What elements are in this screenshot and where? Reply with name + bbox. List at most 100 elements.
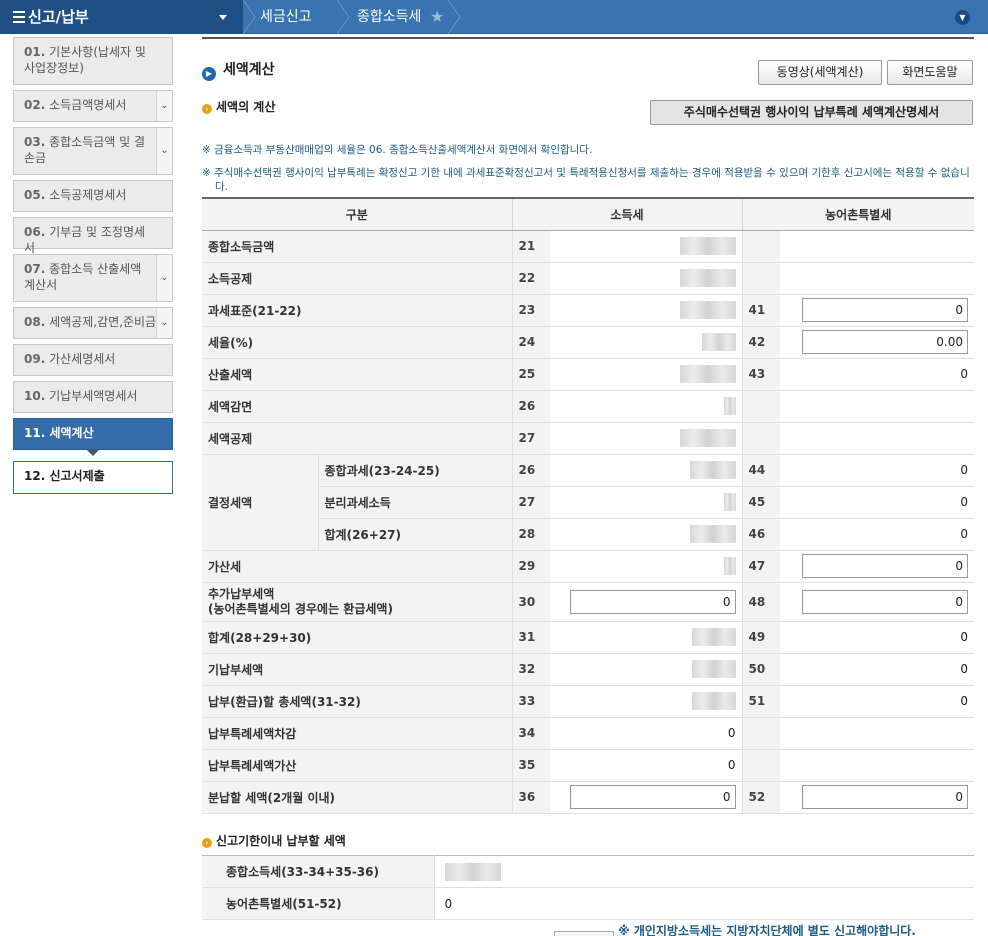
sidebar-item-number: 08. [24, 315, 46, 329]
rural-tax-input[interactable]: 0 [802, 554, 968, 578]
table-row: 합계(28+29+30) 31 49 0 [202, 621, 974, 654]
rural-tax-value: 0 [780, 685, 974, 718]
breadcrumb-item[interactable]: 종합소득세 [357, 0, 421, 34]
row-number: 23 [512, 294, 550, 327]
breadcrumb-separator-icon [337, 0, 350, 34]
table-row: 추가납부세액 (농어촌특별세의 경우에는 환급세액) 30 0 48 0 [202, 582, 974, 622]
row-number: 47 [742, 550, 780, 583]
main-content: ▶ 세액계산 동영상(세액계산) 화면도움말 › 세액의 계산 주식매수선택권 행사… [202, 37, 974, 936]
rural-tax-value: 0 [780, 486, 974, 519]
row-number: 26 [512, 390, 550, 423]
star-icon[interactable]: ★ [430, 7, 444, 26]
sidebar-item-income-details[interactable]: 02. 소득금액명세서 ⌄ [13, 90, 173, 122]
section-title-text: 신고기한이내 납부할 세액 [216, 834, 346, 848]
footer-notice-text: ※ 개인지방소득세는 지방자치단체에 별도 신고해야합니다. [618, 924, 916, 936]
sidebar-item-donations[interactable]: 06. 기부금 및 조정명세서 [13, 217, 173, 255]
due-tax-table: 종합소득세(33-34+35-36) 농어촌특별세(51-52) 0 [202, 855, 974, 920]
income-tax-input[interactable]: 0 [569, 589, 736, 614]
sidebar-item-label: 세액계산 [49, 426, 94, 440]
sidebar-item-prepaid-tax[interactable]: 10. 기납부세액명세서 [13, 381, 173, 413]
row-label-line: 추가납부세액 [208, 586, 275, 601]
income-tax-value [550, 294, 743, 327]
rural-tax-input[interactable]: 0 [802, 298, 968, 322]
income-tax-value: 0 [550, 717, 743, 750]
chevron-down-icon[interactable]: ⌄ [156, 255, 172, 301]
income-tax-due-value [434, 855, 974, 888]
collapse-icon[interactable]: ▼ [955, 10, 970, 25]
sidebar-item-tax-calculation[interactable]: 11. 세액계산 [13, 418, 173, 450]
row-label: 분납할 세액(2개월 이내) [202, 781, 513, 814]
table-row: 납부(환급)할 총세액(31-32) 33 51 0 [202, 685, 974, 718]
table-row: 합계(26+27) 28 46 0 [202, 518, 974, 551]
income-tax-value [550, 550, 743, 583]
sidebar-item-number: 06. [24, 225, 46, 239]
sidebar-item-label: 세액공제,감면,준비금 [49, 315, 157, 329]
row-label: 산출세액 [202, 358, 513, 391]
redacted-value [689, 461, 736, 479]
row-number: 44 [742, 454, 780, 487]
bullet-arrow-icon: › [202, 104, 212, 114]
button-placeholder[interactable] [554, 931, 614, 936]
row-label: 소득공제 [202, 262, 513, 295]
menu-label: 신고/납부 [28, 8, 89, 26]
notice-text: ※ 금융소득과 부동산매매업의 세율은 06. 종합소득산출세액계산서 화면에서… [202, 144, 593, 156]
row-label: 납부특례세액가산 [202, 749, 513, 782]
sidebar-item-number: 03. [24, 135, 46, 149]
stock-option-statement-button[interactable]: 주식매수선택권 행사이익 납부특례 세액계산명세서 [650, 100, 973, 125]
redacted-value [701, 333, 736, 351]
sidebar-item-penalty-tax[interactable]: 09. 가산세명세서 [13, 344, 173, 376]
menu-toggle[interactable]: 신고/납부 [0, 0, 243, 34]
chevron-down-icon[interactable]: ⌄ [156, 128, 172, 174]
divider [202, 37, 974, 39]
chevron-down-icon[interactable]: ⌄ [156, 308, 172, 338]
rural-tax-input[interactable]: 0 [802, 589, 968, 614]
row-number: 31 [512, 621, 550, 654]
income-tax-installment-input[interactable]: 0 [569, 785, 736, 809]
column-header: 구분 [202, 197, 513, 231]
row-label: 합계(28+29+30) [202, 621, 513, 654]
sidebar-item-submit[interactable]: 12. 신고서제출 [13, 461, 173, 494]
video-button[interactable]: 동영상(세액계산) [758, 60, 882, 85]
row-number: 30 [512, 582, 550, 622]
chevron-down-icon[interactable]: ⌄ [156, 91, 172, 121]
sidebar-item-number: 12. [24, 469, 46, 483]
row-number: 28 [512, 518, 550, 551]
caret-down-icon[interactable] [219, 15, 227, 20]
breadcrumb-separator-icon [243, 0, 256, 34]
income-tax-value: 0 [550, 749, 743, 782]
income-tax-value [550, 653, 743, 686]
row-label: 합계(26+27) [318, 518, 513, 551]
row-number: 46 [742, 518, 780, 551]
redacted-value [691, 660, 736, 678]
income-tax-value [550, 518, 743, 551]
page-title: ▶ 세액계산 [202, 59, 275, 81]
redacted-value [723, 557, 736, 575]
redacted-value [679, 365, 736, 383]
sidebar-item-label: 기납부세액명세서 [49, 389, 138, 403]
row-label: 종합소득금액 [202, 230, 513, 263]
sidebar-item-number: 05. [24, 188, 46, 202]
sidebar-item-income-deduction[interactable]: 05. 소득공제명세서 [13, 180, 173, 212]
income-tax-value [550, 422, 743, 455]
help-button[interactable]: 화면도움말 [887, 60, 973, 85]
sidebar-item-computed-tax[interactable]: 07. 종합소득 산출세액계산서 ⌄ [13, 254, 173, 302]
sidebar-item-tax-credits[interactable]: 08. 세액공제,감면,준비금 ⌄ [13, 307, 173, 339]
table-row: 기납부세액 32 50 0 [202, 653, 974, 686]
income-tax-value [550, 486, 743, 519]
row-number: 42 [742, 326, 780, 359]
rural-tax-installment-input[interactable]: 0 [802, 785, 968, 809]
sidebar-item-total-income[interactable]: 03. 종합소득금액 및 결손금 ⌄ [13, 127, 173, 175]
group-label: 결정세액 [202, 454, 319, 551]
income-tax-value [550, 454, 743, 487]
rural-tax-rate-input[interactable]: 0.00 [802, 330, 968, 354]
column-header: 소득세 [512, 197, 743, 231]
breadcrumb-item[interactable]: 세금신고 [260, 0, 312, 34]
sidebar-item-basic-info[interactable]: 01. 기본사항(납세자 및 사업장정보) [13, 37, 173, 85]
redacted-value [679, 237, 736, 255]
table-row: 분납할 세액(2개월 이내) 36 0 52 0 [202, 781, 974, 814]
row-number: 34 [512, 717, 550, 750]
row-number: 27 [512, 486, 550, 519]
top-nav-bar: 신고/납부 세금신고 종합소득세 ★ ▼ [0, 0, 988, 34]
redacted-value [723, 397, 736, 415]
redacted-value [689, 525, 736, 543]
